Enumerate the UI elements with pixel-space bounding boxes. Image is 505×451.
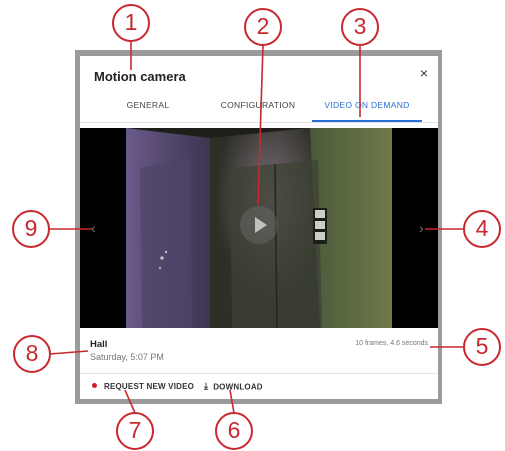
request-new-video-button[interactable]: REQUEST NEW VIDEO bbox=[92, 382, 194, 391]
action-bar: REQUEST NEW VIDEO ⤓ DOWNLOAD bbox=[80, 374, 438, 399]
dialog-title: Motion camera bbox=[94, 69, 186, 84]
tab-divider bbox=[80, 122, 438, 123]
callout-number: 4 bbox=[475, 215, 489, 241]
previous-arrow-icon[interactable]: ‹ bbox=[91, 220, 96, 236]
tab-bar: GENERAL CONFIGURATION VIDEO ON DEMAND bbox=[80, 94, 438, 122]
callout-number: 2 bbox=[256, 13, 270, 39]
video-player[interactable]: ‹ › bbox=[80, 128, 438, 328]
request-new-video-label: REQUEST NEW VIDEO bbox=[104, 382, 195, 391]
callout-number: 5 bbox=[475, 333, 489, 359]
download-icon: ⤓ bbox=[204, 381, 209, 391]
next-arrow-icon[interactable]: › bbox=[419, 220, 424, 236]
callout-number: 9 bbox=[24, 215, 38, 241]
record-dot-icon bbox=[92, 383, 97, 389]
callout-number: 7 bbox=[128, 417, 142, 443]
callout-number: 6 bbox=[227, 417, 241, 443]
tab-general[interactable]: GENERAL bbox=[98, 94, 198, 122]
callout-number: 8 bbox=[25, 340, 39, 366]
callout-number: 3 bbox=[353, 13, 367, 39]
location-name: Hall bbox=[90, 339, 108, 350]
download-button[interactable]: ⤓ DOWNLOAD bbox=[204, 381, 263, 393]
callout-number: 1 bbox=[124, 9, 138, 35]
video-info: Hall Saturday, 5:07 PM 10 frames, 4.6 se… bbox=[80, 328, 438, 374]
capture-timestamp: Saturday, 5:07 PM bbox=[90, 352, 164, 362]
frame-count: 10 frames, 4.6 seconds bbox=[355, 340, 428, 347]
tab-video-on-demand[interactable]: VIDEO ON DEMAND bbox=[312, 94, 422, 122]
motion-camera-dialog: Motion camera × GENERAL CONFIGURATION VI… bbox=[80, 56, 438, 399]
close-icon[interactable]: × bbox=[420, 65, 428, 81]
download-label: DOWNLOAD bbox=[213, 382, 263, 392]
play-icon[interactable] bbox=[240, 206, 278, 244]
tab-configuration[interactable]: CONFIGURATION bbox=[208, 94, 308, 122]
